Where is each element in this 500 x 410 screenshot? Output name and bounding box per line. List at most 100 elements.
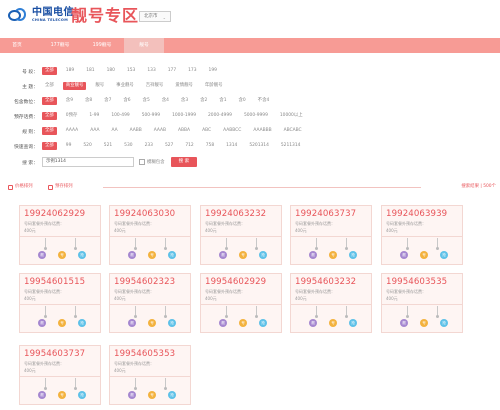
card-liang-button[interactable]: 靓 xyxy=(219,251,227,259)
card-hao-button[interactable]: 号 xyxy=(420,251,428,259)
card-qiang-button[interactable]: 抢 xyxy=(168,319,176,327)
filter-option-prestore[interactable]: 0预存 xyxy=(63,112,81,120)
filter-option-rule[interactable]: AAABBB xyxy=(250,127,274,135)
card-number[interactable]: 19924063232 xyxy=(205,209,266,219)
card-qiang-button[interactable]: 抢 xyxy=(259,319,267,327)
filter-option-rule[interactable]: AA xyxy=(108,127,120,135)
filter-option-prestore[interactable]: 2000-4999 xyxy=(205,112,235,120)
filter-option-digits[interactable]: 不含4 xyxy=(255,97,273,105)
nav-item-199[interactable]: 199靓号 xyxy=(82,38,122,53)
filter-option-quick[interactable]: 1314 xyxy=(223,142,240,150)
card-hao-button[interactable]: 号 xyxy=(148,251,156,259)
filter-option-quick[interactable]: 521 xyxy=(101,142,115,150)
card-liang-button[interactable]: 靓 xyxy=(38,319,46,327)
filter-option-theme[interactable]: 事业靓号 xyxy=(113,82,137,90)
card-qiang-button[interactable]: 抢 xyxy=(78,251,86,259)
filter-option-segment[interactable]: 180 xyxy=(104,67,118,75)
filter-option-rule[interactable]: ABCABC xyxy=(281,127,305,135)
card-liang-button[interactable]: 靓 xyxy=(38,391,46,399)
filter-option-digits[interactable]: 含4 xyxy=(159,97,172,105)
filter-option-quick[interactable]: 758 xyxy=(203,142,217,150)
nav-item-home[interactable]: 首页 xyxy=(0,38,34,53)
number-card[interactable]: 19924063737 号码套餐外预存话费： 400元靓 号 抢 xyxy=(290,205,372,265)
card-liang-button[interactable]: 靓 xyxy=(128,391,136,399)
region-select[interactable]: 北京市 ⌄ xyxy=(139,11,171,22)
filter-option-rule[interactable]: 全部 xyxy=(42,127,57,135)
filter-option-rule[interactable]: AABBCC xyxy=(220,127,244,135)
filter-option-quick[interactable]: 520 xyxy=(80,142,94,150)
card-hao-button[interactable]: 号 xyxy=(58,251,66,259)
card-hao-button[interactable]: 号 xyxy=(148,391,156,399)
card-hao-button[interactable]: 号 xyxy=(148,319,156,327)
filter-option-prestore[interactable]: 5000-9999 xyxy=(241,112,271,120)
logo[interactable]: 中国电信 CHINA TELECOM xyxy=(8,7,74,23)
card-qiang-button[interactable]: 抢 xyxy=(259,251,267,259)
card-number[interactable]: 19924063737 xyxy=(295,209,356,219)
filter-option-rule[interactable]: AAAB xyxy=(151,127,169,135)
card-number[interactable]: 19924062929 xyxy=(24,209,85,219)
filter-option-segment[interactable]: 173 xyxy=(185,67,199,75)
filter-option-prestore[interactable]: 1-99 xyxy=(86,112,102,120)
card-hao-button[interactable]: 号 xyxy=(329,319,337,327)
card-number[interactable]: 19954603232 xyxy=(295,277,356,287)
card-hao-button[interactable]: 号 xyxy=(58,391,66,399)
card-number[interactable]: 19954602323 xyxy=(114,277,175,287)
filter-option-rule[interactable]: ABBA xyxy=(175,127,193,135)
card-number[interactable]: 19954603737 xyxy=(24,349,85,359)
filter-option-theme[interactable]: 全部 xyxy=(42,82,57,90)
filter-option-rule[interactable]: AABB xyxy=(127,127,145,135)
card-liang-button[interactable]: 靓 xyxy=(309,319,317,327)
filter-option-prestore[interactable]: 10000以上 xyxy=(277,112,306,120)
number-card[interactable]: 19924063030 号码套餐外预存话费： 400元靓 号 抢 xyxy=(109,205,191,265)
filter-option-segment[interactable]: 153 xyxy=(124,67,138,75)
filter-option-prestore[interactable]: 1000-1999 xyxy=(169,112,199,120)
card-number[interactable]: 19954605353 xyxy=(114,349,175,359)
card-liang-button[interactable]: 靓 xyxy=(400,319,408,327)
number-card[interactable]: 19954602929 号码套餐外预存话费： 400元靓 号 抢 xyxy=(200,273,282,333)
number-card[interactable]: 19954603232 号码套餐外预存话费： 400元靓 号 抢 xyxy=(290,273,372,333)
nav-item-liang[interactable]: 靓号 xyxy=(124,38,164,53)
filter-option-rule[interactable]: ABC xyxy=(199,127,214,135)
filter-option-segment[interactable]: 全部 xyxy=(42,67,57,75)
filter-option-digits[interactable]: 含6 xyxy=(120,97,133,105)
number-card[interactable]: 19954603535 号码套餐外预存话费： 400元靓 号 抢 xyxy=(381,273,463,333)
filter-option-digits[interactable]: 含0 xyxy=(235,97,248,105)
filter-option-digits[interactable]: 含7 xyxy=(101,97,114,105)
card-liang-button[interactable]: 靓 xyxy=(38,251,46,259)
filter-option-segment[interactable]: 189 xyxy=(63,67,77,75)
number-card[interactable]: 19954605353 号码套餐外预存话费： 400元靓 号 抢 xyxy=(109,345,191,405)
card-qiang-button[interactable]: 抢 xyxy=(168,251,176,259)
sort-by-prestore[interactable]: 预存排列 xyxy=(48,183,73,191)
filter-option-quick[interactable]: 527 xyxy=(162,142,176,150)
card-liang-button[interactable]: 靓 xyxy=(309,251,317,259)
filter-option-digits[interactable]: 含3 xyxy=(178,97,191,105)
card-hao-button[interactable]: 号 xyxy=(420,319,428,327)
filter-option-prestore[interactable]: 500-999 xyxy=(139,112,163,120)
card-qiang-button[interactable]: 抢 xyxy=(78,391,86,399)
filter-option-digits[interactable]: 含2 xyxy=(197,97,210,105)
filter-option-digits[interactable]: 含5 xyxy=(140,97,153,105)
filter-option-prestore[interactable]: 100-499 xyxy=(108,112,132,120)
filter-option-rule[interactable]: AAAA xyxy=(63,127,81,135)
sort-by-price[interactable]: 价格排列 xyxy=(8,183,33,191)
filter-option-quick[interactable]: 233 xyxy=(142,142,156,150)
card-qiang-button[interactable]: 抢 xyxy=(440,251,448,259)
filter-option-quick[interactable]: 全部 xyxy=(42,142,57,150)
search-button[interactable]: 搜 索 xyxy=(170,157,198,167)
card-qiang-button[interactable]: 抢 xyxy=(349,251,357,259)
number-card[interactable]: 19924063232 号码套餐外预存话费： 400元靓 号 抢 xyxy=(200,205,282,265)
card-hao-button[interactable]: 号 xyxy=(58,319,66,327)
card-liang-button[interactable]: 靓 xyxy=(400,251,408,259)
filter-option-digits[interactable]: 含1 xyxy=(216,97,229,105)
card-qiang-button[interactable]: 抢 xyxy=(349,319,357,327)
filter-option-prestore[interactable]: 全部 xyxy=(42,112,57,120)
card-hao-button[interactable]: 号 xyxy=(239,319,247,327)
filter-option-theme[interactable]: 商业靓号 xyxy=(62,82,87,90)
search-input[interactable]: 示例1314 xyxy=(42,157,134,167)
filter-option-quick[interactable]: 5211314 xyxy=(278,142,304,150)
filter-option-quick[interactable]: 712 xyxy=(182,142,196,150)
number-card[interactable]: 19924062929 号码套餐外预存话费： 400元靓 号 抢 xyxy=(19,205,101,265)
card-liang-button[interactable]: 靓 xyxy=(128,251,136,259)
card-qiang-button[interactable]: 抢 xyxy=(440,319,448,327)
filter-option-segment[interactable]: 199 xyxy=(206,67,220,75)
